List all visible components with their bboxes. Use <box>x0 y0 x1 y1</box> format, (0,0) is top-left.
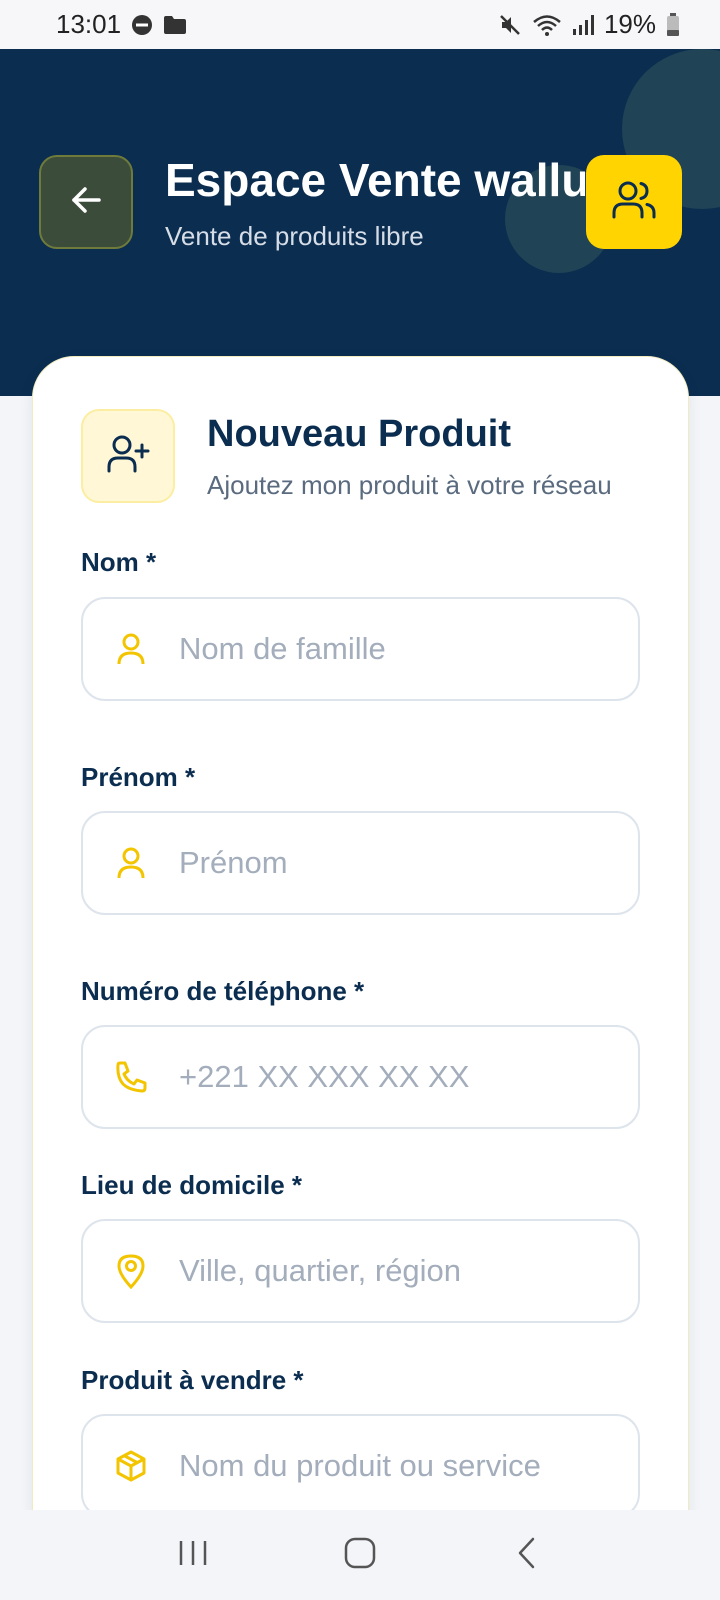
box-icon <box>111 1446 151 1486</box>
signal-icon <box>572 14 594 36</box>
folder-icon <box>163 15 187 35</box>
status-bar: 13:01 19% <box>0 0 720 49</box>
recents-button[interactable] <box>163 1525 223 1585</box>
domicile-label: Lieu de domicile * <box>81 1170 303 1200</box>
dnd-icon <box>131 14 153 36</box>
status-time: 13:01 <box>56 9 122 39</box>
domicile-input[interactable] <box>179 1253 619 1289</box>
map-pin-icon <box>111 1251 151 1291</box>
users-icon <box>609 175 659 230</box>
user-plus-icon <box>105 431 151 482</box>
battery-percent: 19% <box>603 9 656 39</box>
recents-icon <box>176 1538 210 1573</box>
wifi-icon <box>532 13 562 37</box>
user-icon <box>111 629 151 669</box>
nom-field[interactable] <box>81 597 640 701</box>
card-subtitle: Ajoutez mon produit à votre réseau <box>207 470 612 500</box>
page-title: Espace Vente wallu <box>165 154 585 206</box>
telephone-input[interactable] <box>179 1059 619 1095</box>
produit-field[interactable] <box>81 1414 640 1518</box>
prenom-field[interactable] <box>81 811 640 915</box>
mute-icon <box>498 13 522 37</box>
phone-icon <box>111 1057 151 1097</box>
domicile-field[interactable] <box>81 1219 640 1323</box>
back-icon <box>515 1536 539 1575</box>
produit-label: Produit à vendre * <box>81 1365 304 1395</box>
telephone-field[interactable] <box>81 1025 640 1129</box>
battery-icon <box>666 12 680 37</box>
users-button[interactable] <box>586 155 682 249</box>
card-icon-badge <box>81 409 175 503</box>
prenom-label: Prénom * <box>81 762 196 792</box>
produit-input[interactable] <box>179 1448 619 1484</box>
nom-label: Nom * <box>81 547 157 577</box>
card-title: Nouveau Produit <box>207 413 512 455</box>
telephone-label: Numéro de téléphone * <box>81 976 365 1006</box>
nav-back-button[interactable] <box>497 1525 557 1585</box>
back-button[interactable] <box>39 155 133 249</box>
home-button[interactable] <box>330 1525 390 1585</box>
form-card: Nouveau Produit Ajoutez mon produit à vo… <box>32 356 689 1518</box>
page-subtitle: Vente de produits libre <box>165 221 424 251</box>
home-icon <box>343 1536 377 1575</box>
header: Espace Vente wallu Vente de produits lib… <box>0 49 720 396</box>
user-icon <box>111 843 151 883</box>
nom-input[interactable] <box>179 631 619 667</box>
prenom-input[interactable] <box>179 845 619 881</box>
arrow-left-icon <box>66 180 106 225</box>
system-nav-bar <box>0 1510 720 1600</box>
